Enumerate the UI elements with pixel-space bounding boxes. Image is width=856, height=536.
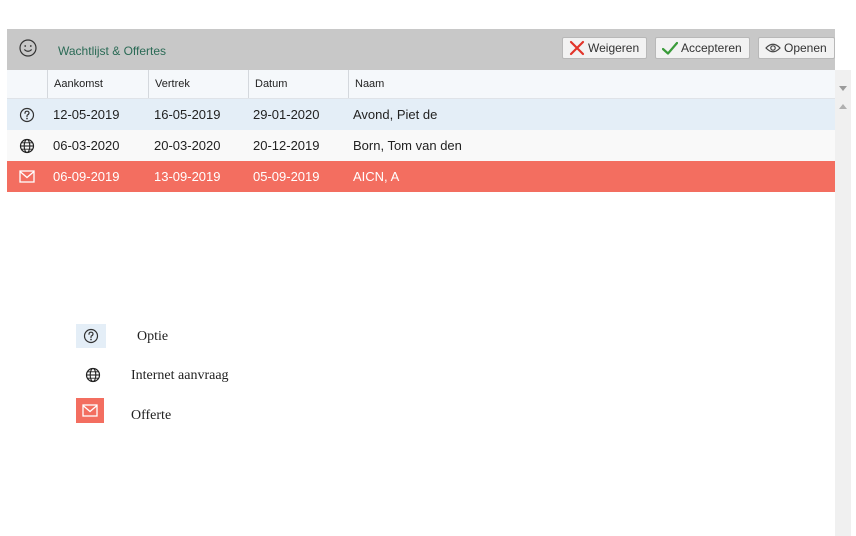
table-row[interactable]: 12-05-2019 16-05-2019 29-01-2020 Avond, … xyxy=(7,99,835,130)
envelope-icon xyxy=(19,170,35,183)
row-icon-cell xyxy=(7,99,47,130)
table-header: Aankomst Vertrek Datum Naam xyxy=(7,70,835,99)
cell-aankomst: 06-09-2019 xyxy=(53,169,120,184)
weigeren-button[interactable]: Weigeren xyxy=(562,37,647,59)
legend-swatch-offerte xyxy=(76,398,104,423)
accepteren-label: Accepteren xyxy=(681,41,742,55)
cell-aankomst: 06-03-2020 xyxy=(53,138,120,153)
panel-header: Wachtlijst & Offertes Weigeren Acceptere… xyxy=(7,29,835,70)
smiley-icon xyxy=(19,39,37,57)
table-row[interactable]: 06-03-2020 20-03-2020 20-12-2019 Born, T… xyxy=(7,130,835,161)
cell-naam: AICN, A xyxy=(353,169,400,184)
legend-label-optie: Optie xyxy=(137,329,169,344)
globe-icon xyxy=(85,367,101,383)
panel-title: Wachtlijst & Offertes xyxy=(58,44,167,58)
openen-label: Openen xyxy=(784,41,827,55)
cell-vertrek: 20-03-2020 xyxy=(154,138,221,153)
row-icon-cell xyxy=(7,130,47,161)
question-icon xyxy=(83,328,99,344)
eye-icon xyxy=(765,43,781,53)
vertical-scrollbar[interactable] xyxy=(835,70,851,536)
globe-icon xyxy=(19,138,35,153)
cell-naam: Born, Tom van den xyxy=(353,138,462,153)
column-header-datum[interactable]: Datum xyxy=(248,70,348,98)
scroll-down-arrow-icon[interactable] xyxy=(839,86,847,91)
question-icon xyxy=(19,107,35,122)
accepteren-button[interactable]: Accepteren xyxy=(655,37,750,59)
legend-label-internet: Internet aanvraag xyxy=(131,368,229,383)
table-row[interactable]: 06-09-2019 13-09-2019 05-09-2019 AICN, A xyxy=(7,161,835,192)
column-header-aankomst[interactable]: Aankomst xyxy=(47,70,148,98)
legend-label-offerte: Offerte xyxy=(131,408,172,423)
envelope-icon xyxy=(82,404,98,417)
weigeren-label: Weigeren xyxy=(588,41,640,55)
checkmark-icon xyxy=(662,41,678,55)
legend-swatch-optie xyxy=(76,324,106,348)
openen-button[interactable]: Openen xyxy=(758,37,835,59)
cell-datum: 05-09-2019 xyxy=(253,169,320,184)
cell-datum: 29-01-2020 xyxy=(253,107,320,122)
legend-swatch-internet xyxy=(78,363,108,387)
row-icon-cell xyxy=(7,161,47,192)
scroll-up-arrow-icon[interactable] xyxy=(839,104,847,109)
cell-vertrek: 13-09-2019 xyxy=(154,169,221,184)
cell-datum: 20-12-2019 xyxy=(253,138,320,153)
cell-naam: Avond, Piet de xyxy=(353,107,438,122)
x-icon xyxy=(569,40,585,56)
cell-vertrek: 16-05-2019 xyxy=(154,107,221,122)
column-header-naam[interactable]: Naam xyxy=(348,70,835,98)
cell-aankomst: 12-05-2019 xyxy=(53,107,120,122)
column-header-vertrek[interactable]: Vertrek xyxy=(148,70,248,98)
